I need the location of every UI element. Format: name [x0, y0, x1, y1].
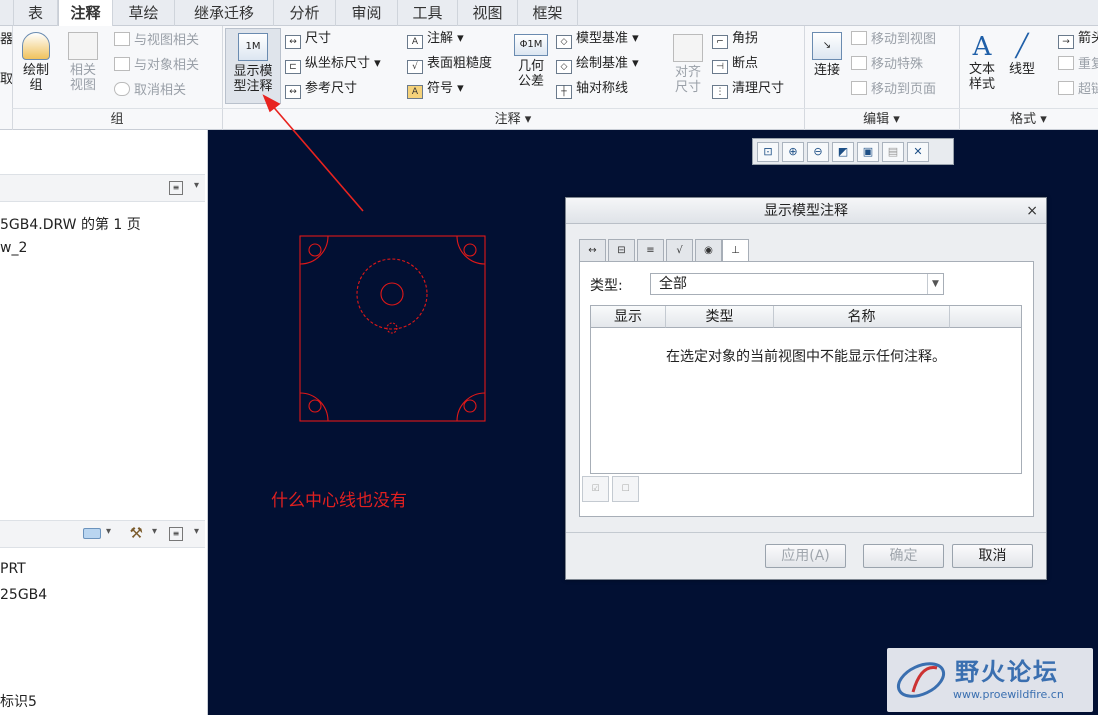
- inner-circle: [380, 282, 404, 306]
- outer-circle: [356, 258, 428, 330]
- refit-icon[interactable]: ⊡: [757, 141, 779, 162]
- close-icon[interactable]: ×: [1026, 198, 1038, 224]
- tab-dimensions-icon[interactable]: ↔: [579, 239, 606, 262]
- apply-button[interactable]: 应用(A): [765, 544, 846, 568]
- column-header-type[interactable]: 类型: [666, 306, 774, 328]
- dialog-panel: 类型: 全部 ▼ 显示 类型 名称 在选定对象的当前视图中不能显示任何注释。 ☑…: [579, 261, 1034, 517]
- tab-symbols-icon[interactable]: ◉: [695, 239, 722, 262]
- tab-notes-icon[interactable]: ≡: [637, 239, 664, 262]
- type-label: 类型:: [590, 278, 623, 294]
- repaint-icon[interactable]: ◩: [832, 141, 854, 162]
- corner-arc-tl: [299, 235, 329, 265]
- type-select[interactable]: 全部 ▼: [650, 273, 944, 295]
- watermark-title: 野火论坛: [955, 658, 1059, 686]
- arrow-1-head: [262, 94, 281, 113]
- corner-hole-tl: [308, 243, 322, 257]
- plate-outline: [299, 235, 486, 422]
- view-toolbar: ⊡ ⊕ ⊖ ◩ ▣ ▤ ✕: [752, 138, 954, 165]
- select-all-icon[interactable]: ☑: [582, 476, 609, 502]
- zoom-out-icon[interactable]: ⊖: [807, 141, 829, 162]
- watermark-logo: [896, 662, 946, 698]
- annotation-display-icon[interactable]: ✕: [907, 141, 929, 162]
- dialog-divider: [566, 532, 1046, 533]
- corner-hole-bl: [308, 399, 322, 413]
- empty-message: 在选定对象的当前视图中不能显示任何注释。: [666, 349, 946, 365]
- cancel-button[interactable]: 取消: [952, 544, 1033, 568]
- deselect-all-icon[interactable]: ☐: [612, 476, 639, 502]
- display-style-icon[interactable]: ▣: [857, 141, 879, 162]
- show-model-annotations-dialog: 显示模型注释 × ↔ ⊟ ≡ √ ◉ ⊥ 类型: 全部 ▼ 显示 类型 名称 在…: [565, 197, 1047, 580]
- type-select-value: 全部: [659, 276, 687, 292]
- tab-surface-finish-icon[interactable]: √: [666, 239, 693, 262]
- zoom-in-icon[interactable]: ⊕: [782, 141, 804, 162]
- corner-hole-br: [463, 399, 477, 413]
- watermark-url: www.proewildfire.cn: [953, 688, 1064, 701]
- drawing-view: [299, 235, 486, 422]
- column-header-extra: [950, 306, 1021, 328]
- tab-datums-icon[interactable]: ⊥: [722, 239, 749, 263]
- chevron-down-icon: ▼: [927, 274, 943, 294]
- annotation-note: 什么中心线也没有: [271, 491, 407, 511]
- arrow-1-line: [269, 102, 364, 212]
- column-header-name[interactable]: 名称: [774, 306, 950, 328]
- tab-gtol-icon[interactable]: ⊟: [608, 239, 635, 262]
- watermark: 野火论坛 www.proewildfire.cn: [887, 648, 1093, 712]
- corner-arc-br: [456, 392, 486, 422]
- corner-arc-tr: [456, 235, 486, 265]
- sheet-icon[interactable]: ▤: [882, 141, 904, 162]
- annotations-table: 显示 类型 名称 在选定对象的当前视图中不能显示任何注释。: [590, 305, 1022, 474]
- small-circle: [386, 322, 398, 334]
- column-header-show[interactable]: 显示: [591, 306, 666, 328]
- dialog-title: 显示模型注释: [764, 203, 848, 219]
- ok-button[interactable]: 确定: [863, 544, 944, 568]
- corner-arc-bl: [299, 392, 329, 422]
- dialog-title-bar: 显示模型注释 ×: [566, 198, 1046, 224]
- corner-hole-tr: [463, 243, 477, 257]
